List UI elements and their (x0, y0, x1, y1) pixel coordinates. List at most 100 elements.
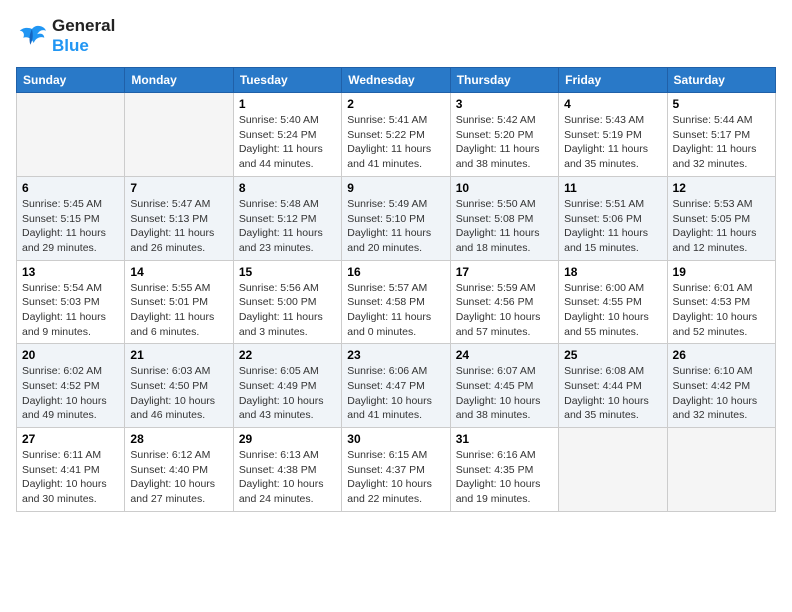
calendar-cell: 16 Sunrise: 5:57 AM Sunset: 4:58 PM Dayli… (342, 260, 450, 344)
calendar-cell: 19 Sunrise: 6:01 AM Sunset: 4:53 PM Dayli… (667, 260, 775, 344)
calendar-cell: 1 Sunrise: 5:40 AM Sunset: 5:24 PM Daylig… (233, 93, 341, 177)
day-info: Sunrise: 5:45 AM Sunset: 5:15 PM Dayligh… (22, 197, 119, 256)
day-info: Sunrise: 5:54 AM Sunset: 5:03 PM Dayligh… (22, 281, 119, 340)
calendar-cell: 8 Sunrise: 5:48 AM Sunset: 5:12 PM Daylig… (233, 176, 341, 260)
calendar-cell: 14Sunrise: 5:55 AM Sunset: 5:01 PM Dayli… (125, 260, 233, 344)
weekday-header-tuesday: Tuesday (233, 68, 341, 93)
calendar-table: SundayMondayTuesdayWednesdayThursdayFrid… (16, 67, 776, 512)
calendar-cell: 26 Sunrise: 6:10 AM Sunset: 4:42 PM Dayli… (667, 344, 775, 428)
day-info: Sunrise: 5:50 AM Sunset: 5:08 PM Dayligh… (456, 197, 553, 256)
calendar-cell: 2 Sunrise: 5:41 AM Sunset: 5:22 PM Daylig… (342, 93, 450, 177)
calendar-cell: 11 Sunrise: 5:51 AM Sunset: 5:06 PM Dayli… (559, 176, 667, 260)
calendar-cell: 12Sunrise: 5:53 AM Sunset: 5:05 PM Dayli… (667, 176, 775, 260)
day-info: Sunrise: 5:48 AM Sunset: 5:12 PM Dayligh… (239, 197, 336, 256)
page-header: General Blue (16, 16, 776, 55)
calendar-cell: 15 Sunrise: 5:56 AM Sunset: 5:00 PM Dayli… (233, 260, 341, 344)
calendar-cell: 28 Sunrise: 6:12 AM Sunset: 4:40 PM Dayli… (125, 428, 233, 512)
day-number: 3 (456, 97, 553, 111)
calendar-cell (17, 93, 125, 177)
day-number: 10 (456, 181, 553, 195)
day-number: 28 (130, 432, 227, 446)
day-info: Sunrise: 6:08 AM Sunset: 4:44 PM Dayligh… (564, 364, 661, 423)
day-info: Sunrise: 5:51 AM Sunset: 5:06 PM Dayligh… (564, 197, 661, 256)
logo-icon (16, 22, 48, 50)
calendar-cell: 5 Sunrise: 5:44 AM Sunset: 5:17 PM Daylig… (667, 93, 775, 177)
calendar-cell: 27 Sunrise: 6:11 AM Sunset: 4:41 PM Dayli… (17, 428, 125, 512)
calendar-cell: 17 Sunrise: 5:59 AM Sunset: 4:56 PM Dayli… (450, 260, 558, 344)
calendar-week-1: 1 Sunrise: 5:40 AM Sunset: 5:24 PM Daylig… (17, 93, 776, 177)
calendar-cell: 29 Sunrise: 6:13 AM Sunset: 4:38 PM Dayli… (233, 428, 341, 512)
day-info: Sunrise: 5:44 AM Sunset: 5:17 PM Dayligh… (673, 113, 770, 172)
weekday-header-sunday: Sunday (17, 68, 125, 93)
day-number: 20 (22, 348, 119, 362)
day-info: Sunrise: 6:12 AM Sunset: 4:40 PM Dayligh… (130, 448, 227, 507)
day-number: 18 (564, 265, 661, 279)
day-number: 30 (347, 432, 444, 446)
day-number: 2 (347, 97, 444, 111)
calendar-cell: 6 Sunrise: 5:45 AM Sunset: 5:15 PM Daylig… (17, 176, 125, 260)
day-number: 19 (673, 265, 770, 279)
weekday-header-monday: Monday (125, 68, 233, 93)
weekday-header-thursday: Thursday (450, 68, 558, 93)
calendar-cell: 20Sunrise: 6:02 AM Sunset: 4:52 PM Dayli… (17, 344, 125, 428)
day-number: 13 (22, 265, 119, 279)
logo-subtext: Blue (52, 36, 115, 56)
calendar-cell: 31Sunrise: 6:16 AM Sunset: 4:35 PM Dayli… (450, 428, 558, 512)
calendar-week-2: 6 Sunrise: 5:45 AM Sunset: 5:15 PM Daylig… (17, 176, 776, 260)
day-info: Sunrise: 5:40 AM Sunset: 5:24 PM Dayligh… (239, 113, 336, 172)
calendar-cell: 7Sunrise: 5:47 AM Sunset: 5:13 PM Daylig… (125, 176, 233, 260)
day-info: Sunrise: 5:41 AM Sunset: 5:22 PM Dayligh… (347, 113, 444, 172)
calendar-cell: 23 Sunrise: 6:06 AM Sunset: 4:47 PM Dayli… (342, 344, 450, 428)
day-number: 5 (673, 97, 770, 111)
day-info: Sunrise: 5:56 AM Sunset: 5:00 PM Dayligh… (239, 281, 336, 340)
day-info: Sunrise: 5:57 AM Sunset: 4:58 PM Dayligh… (347, 281, 444, 340)
day-number: 27 (22, 432, 119, 446)
calendar-cell: 4Sunrise: 5:43 AM Sunset: 5:19 PM Daylig… (559, 93, 667, 177)
weekday-header-row: SundayMondayTuesdayWednesdayThursdayFrid… (17, 68, 776, 93)
calendar-week-3: 13 Sunrise: 5:54 AM Sunset: 5:03 PM Dayli… (17, 260, 776, 344)
day-info: Sunrise: 6:13 AM Sunset: 4:38 PM Dayligh… (239, 448, 336, 507)
day-info: Sunrise: 6:05 AM Sunset: 4:49 PM Dayligh… (239, 364, 336, 423)
day-info: Sunrise: 5:53 AM Sunset: 5:05 PM Dayligh… (673, 197, 770, 256)
calendar-week-5: 27 Sunrise: 6:11 AM Sunset: 4:41 PM Dayli… (17, 428, 776, 512)
day-number: 29 (239, 432, 336, 446)
calendar-cell: 22Sunrise: 6:05 AM Sunset: 4:49 PM Dayli… (233, 344, 341, 428)
day-number: 11 (564, 181, 661, 195)
calendar-cell: 30Sunrise: 6:15 AM Sunset: 4:37 PM Dayli… (342, 428, 450, 512)
day-info: Sunrise: 6:06 AM Sunset: 4:47 PM Dayligh… (347, 364, 444, 423)
day-info: Sunrise: 6:00 AM Sunset: 4:55 PM Dayligh… (564, 281, 661, 340)
calendar-cell: 3 Sunrise: 5:42 AM Sunset: 5:20 PM Daylig… (450, 93, 558, 177)
day-info: Sunrise: 6:16 AM Sunset: 4:35 PM Dayligh… (456, 448, 553, 507)
day-info: Sunrise: 6:11 AM Sunset: 4:41 PM Dayligh… (22, 448, 119, 507)
day-number: 25 (564, 348, 661, 362)
day-info: Sunrise: 5:47 AM Sunset: 5:13 PM Dayligh… (130, 197, 227, 256)
weekday-header-wednesday: Wednesday (342, 68, 450, 93)
day-number: 17 (456, 265, 553, 279)
logo: General Blue (16, 16, 115, 55)
day-info: Sunrise: 5:59 AM Sunset: 4:56 PM Dayligh… (456, 281, 553, 340)
day-number: 8 (239, 181, 336, 195)
calendar-week-4: 20Sunrise: 6:02 AM Sunset: 4:52 PM Dayli… (17, 344, 776, 428)
day-number: 16 (347, 265, 444, 279)
calendar-cell: 21Sunrise: 6:03 AM Sunset: 4:50 PM Dayli… (125, 344, 233, 428)
day-info: Sunrise: 6:03 AM Sunset: 4:50 PM Dayligh… (130, 364, 227, 423)
calendar-cell (559, 428, 667, 512)
day-number: 23 (347, 348, 444, 362)
day-info: Sunrise: 6:01 AM Sunset: 4:53 PM Dayligh… (673, 281, 770, 340)
weekday-header-saturday: Saturday (667, 68, 775, 93)
day-number: 14 (130, 265, 227, 279)
calendar-cell: 10 Sunrise: 5:50 AM Sunset: 5:08 PM Dayli… (450, 176, 558, 260)
day-number: 1 (239, 97, 336, 111)
day-info: Sunrise: 6:10 AM Sunset: 4:42 PM Dayligh… (673, 364, 770, 423)
calendar-cell (667, 428, 775, 512)
calendar-cell: 13 Sunrise: 5:54 AM Sunset: 5:03 PM Dayli… (17, 260, 125, 344)
calendar-cell: 18 Sunrise: 6:00 AM Sunset: 4:55 PM Dayli… (559, 260, 667, 344)
weekday-header-friday: Friday (559, 68, 667, 93)
day-number: 4 (564, 97, 661, 111)
day-number: 15 (239, 265, 336, 279)
day-number: 9 (347, 181, 444, 195)
day-info: Sunrise: 5:42 AM Sunset: 5:20 PM Dayligh… (456, 113, 553, 172)
day-number: 6 (22, 181, 119, 195)
calendar-cell: 24Sunrise: 6:07 AM Sunset: 4:45 PM Dayli… (450, 344, 558, 428)
day-number: 26 (673, 348, 770, 362)
